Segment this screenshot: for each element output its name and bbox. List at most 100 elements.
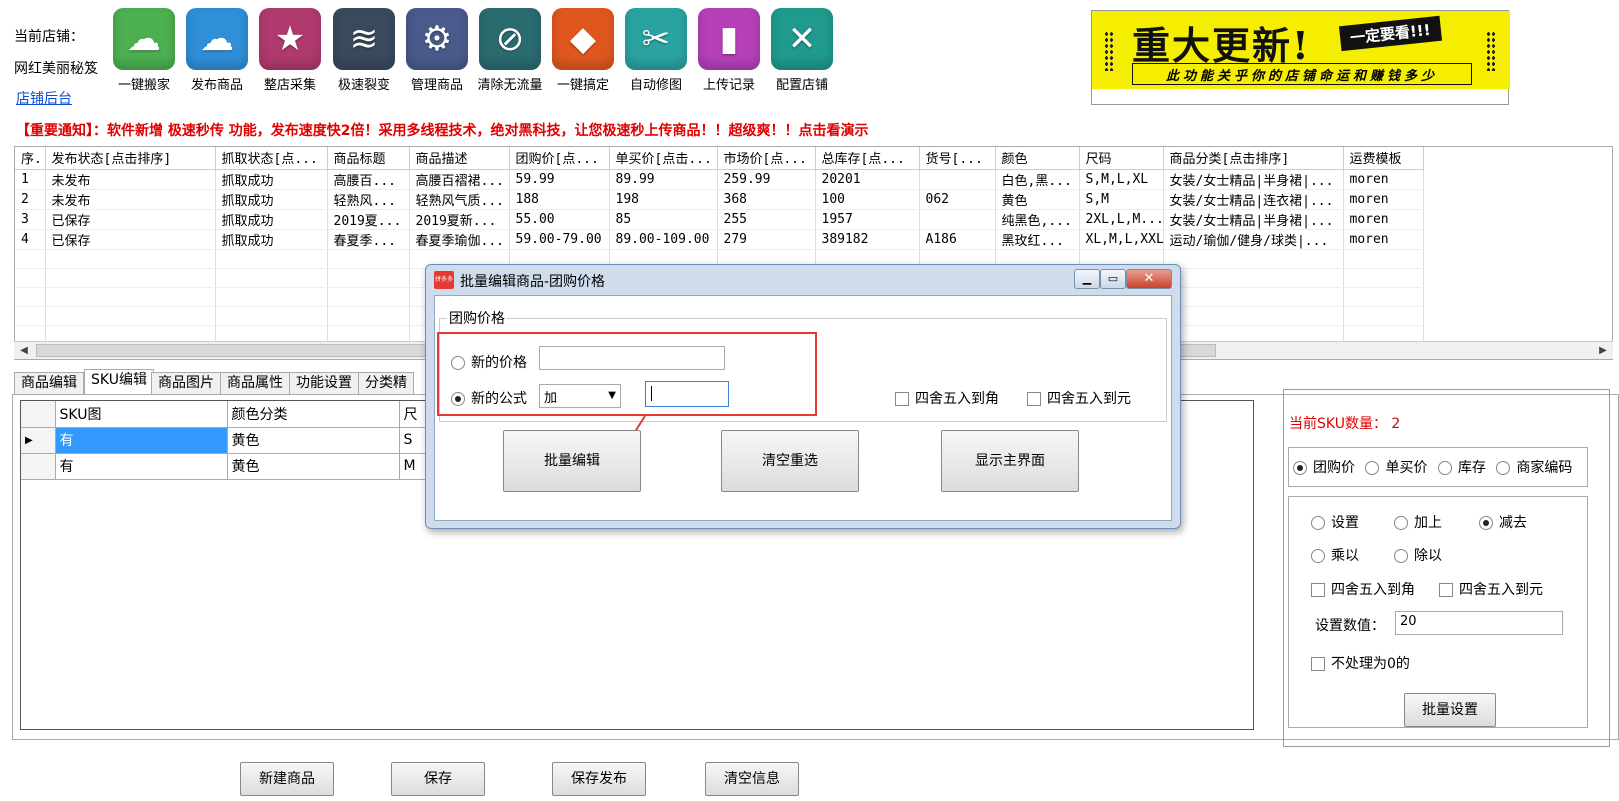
grid-cell[interactable]: 59.00-79.00 xyxy=(509,229,610,250)
store-backend-link[interactable]: 店铺后台 xyxy=(16,88,72,108)
grid-cell[interactable]: 198 xyxy=(609,189,718,210)
toolbar-button[interactable]: ✕ 配置店铺 xyxy=(768,8,836,93)
radio-new-price[interactable] xyxy=(451,356,465,370)
clear-info-button[interactable]: 清空信息 xyxy=(705,762,799,796)
grid-column-header[interactable]: 商品分类[点击排序] xyxy=(1163,147,1344,170)
close-icon[interactable]: ✕ xyxy=(1126,269,1172,289)
grid-cell[interactable]: 89.99 xyxy=(609,169,718,190)
grid-cell[interactable]: 抓取成功 xyxy=(215,209,328,230)
grid-cell[interactable]: moren xyxy=(1343,169,1424,190)
grid-cell[interactable]: 抓取成功 xyxy=(215,189,328,210)
toolbar-button[interactable]: ◆ 一键搞定 xyxy=(549,8,617,93)
grid-cell[interactable]: 白色,黑... xyxy=(995,169,1080,190)
grid-cell[interactable]: 2019夏... xyxy=(327,209,410,230)
grid-cell[interactable]: 2XL,L,M... xyxy=(1079,209,1164,230)
table-row[interactable]: 3 已保存 抓取成功 2019夏... 2019夏新... 55.00 85 255 1957 纯… xyxy=(15,209,1424,230)
grid-column-header[interactable]: 商品描述 xyxy=(409,147,510,170)
grid-cell[interactable]: 抓取成功 xyxy=(215,229,328,250)
grid-cell[interactable]: 女装/女士精品|半身裙|... xyxy=(1163,209,1344,230)
grid-cell[interactable]: 255 xyxy=(717,209,816,230)
grid-column-header[interactable]: 序.. xyxy=(15,147,46,170)
grid-cell[interactable]: 高腰百褶裙... xyxy=(409,169,510,190)
sku-cell[interactable]: 有 xyxy=(55,453,228,480)
editor-tab[interactable]: 商品属性 xyxy=(220,372,290,394)
editor-tab[interactable]: 商品图片 xyxy=(151,372,221,394)
radio-op-add[interactable] xyxy=(1394,516,1408,530)
radio-stock[interactable] xyxy=(1437,461,1452,475)
radio-op-subtract[interactable] xyxy=(1479,516,1493,530)
grid-cell[interactable]: 高腰百... xyxy=(327,169,410,190)
scroll-left-arrow-icon[interactable]: ◀ xyxy=(16,343,32,359)
grid-cell[interactable]: 2019夏新... xyxy=(409,209,510,230)
grid-cell[interactable]: 389182 xyxy=(815,229,920,250)
radio-op-set[interactable] xyxy=(1311,516,1325,530)
new-product-button[interactable]: 新建商品 xyxy=(240,762,334,796)
radio-group-price[interactable] xyxy=(1293,461,1307,475)
grid-cell[interactable]: 59.99 xyxy=(509,169,610,190)
sku-row[interactable]: ▶ 有 黄色 S xyxy=(21,427,440,454)
table-row[interactable]: 2 未发布 抓取成功 轻熟风... 轻熟风气质... 188 198 368 100 062 黄色 S… xyxy=(15,189,1424,210)
grid-cell[interactable]: A186 xyxy=(919,229,996,250)
clear-reselect-button[interactable]: 清空重选 xyxy=(721,430,859,492)
grid-column-header[interactable]: 抓取状态[点... xyxy=(215,147,328,170)
grid-cell[interactable]: 85 xyxy=(609,209,718,230)
set-value-input[interactable]: 20 xyxy=(1395,611,1563,635)
toolbar-button[interactable]: ▮ 上传记录 xyxy=(695,8,763,93)
round-jiao-checkbox[interactable] xyxy=(1311,583,1325,597)
save-publish-button[interactable]: 保存发布 xyxy=(552,762,646,796)
grid-cell[interactable]: 黄色 xyxy=(995,189,1080,210)
sku-cell[interactable]: 有 xyxy=(55,427,228,454)
grid-column-header[interactable]: 单买价[点击... xyxy=(609,147,718,170)
formula-op-select[interactable]: 加 ▼ xyxy=(539,384,621,408)
toolbar-button[interactable]: ☁ 一键搬家 xyxy=(110,8,178,93)
grid-cell[interactable]: 368 xyxy=(717,189,816,210)
dialog-round-jiao-checkbox[interactable] xyxy=(895,392,909,406)
grid-cell[interactable]: moren xyxy=(1343,189,1424,210)
grid-cell[interactable]: 已保存 xyxy=(45,229,216,250)
grid-cell[interactable]: S,M xyxy=(1079,189,1164,210)
table-row[interactable]: 4 已保存 抓取成功 春夏季... 春夏季瑜伽... 59.00-79.00 89.00-1… xyxy=(15,229,1424,250)
radio-merchant-code[interactable] xyxy=(1496,461,1511,475)
grid-cell[interactable]: 女装/女士精品|连衣裙|... xyxy=(1163,189,1344,210)
grid-cell[interactable]: 已保存 xyxy=(45,209,216,230)
grid-cell[interactable]: 89.00-109.00 xyxy=(609,229,718,250)
grid-cell[interactable]: 3 xyxy=(15,209,46,230)
grid-cell[interactable]: XL,M,L,XXL xyxy=(1079,229,1164,250)
grid-column-header[interactable]: 发布状态[点击排序] xyxy=(45,147,216,170)
grid-column-header[interactable]: 团购价[点... xyxy=(509,147,610,170)
show-main-window-button[interactable]: 显示主界面 xyxy=(941,430,1079,492)
grid-column-header[interactable]: 颜色 xyxy=(995,147,1080,170)
minimize-icon[interactable]: ▁ xyxy=(1074,269,1100,289)
grid-column-header[interactable]: 尺码 xyxy=(1079,147,1164,170)
grid-cell[interactable]: 20201 xyxy=(815,169,920,190)
toolbar-button[interactable]: ✂ 自动修图 xyxy=(622,8,690,93)
round-yuan-checkbox[interactable] xyxy=(1439,583,1453,597)
grid-cell[interactable]: moren xyxy=(1343,229,1424,250)
important-notice-link[interactable]: 【重要通知】：软件新增 极速秒传 功能，发布速度快2倍！采用多线程技术，绝对黑科… xyxy=(16,120,869,140)
editor-tab[interactable]: SKU编辑 xyxy=(84,369,154,395)
grid-cell[interactable]: 纯黑色,... xyxy=(995,209,1080,230)
grid-column-header[interactable]: 总库存[点... xyxy=(815,147,920,170)
grid-cell[interactable]: 1957 xyxy=(815,209,920,230)
radio-op-divide[interactable] xyxy=(1394,549,1408,563)
toolbar-button[interactable]: ≋ 极速裂变 xyxy=(330,8,398,93)
toolbar-button[interactable]: ☁ 发布商品 xyxy=(183,8,251,93)
grid-cell[interactable]: 4 xyxy=(15,229,46,250)
grid-cell[interactable]: 春夏季瑜伽... xyxy=(409,229,510,250)
toolbar-button[interactable]: ⚙ 管理商品 xyxy=(403,8,471,93)
grid-cell[interactable]: 279 xyxy=(717,229,816,250)
grid-cell[interactable]: 未发布 xyxy=(45,189,216,210)
radio-new-formula[interactable] xyxy=(451,392,465,406)
grid-column-header[interactable]: 货号[... xyxy=(919,147,996,170)
toolbar-button[interactable]: ★ 整店采集 xyxy=(256,8,324,93)
grid-cell[interactable]: 062 xyxy=(919,189,996,210)
grid-cell[interactable] xyxy=(919,169,996,190)
grid-cell[interactable]: 188 xyxy=(509,189,610,210)
grid-cell[interactable]: S,M,L,XL xyxy=(1079,169,1164,190)
grid-cell[interactable] xyxy=(919,209,996,230)
editor-tab[interactable]: 分类精 xyxy=(358,372,414,394)
sku-col-header[interactable]: 颜色分类 xyxy=(227,401,400,428)
grid-cell[interactable]: 1 xyxy=(15,169,46,190)
sku-cell[interactable]: 黄色 xyxy=(227,453,400,480)
grid-cell[interactable]: 轻熟风... xyxy=(327,189,410,210)
